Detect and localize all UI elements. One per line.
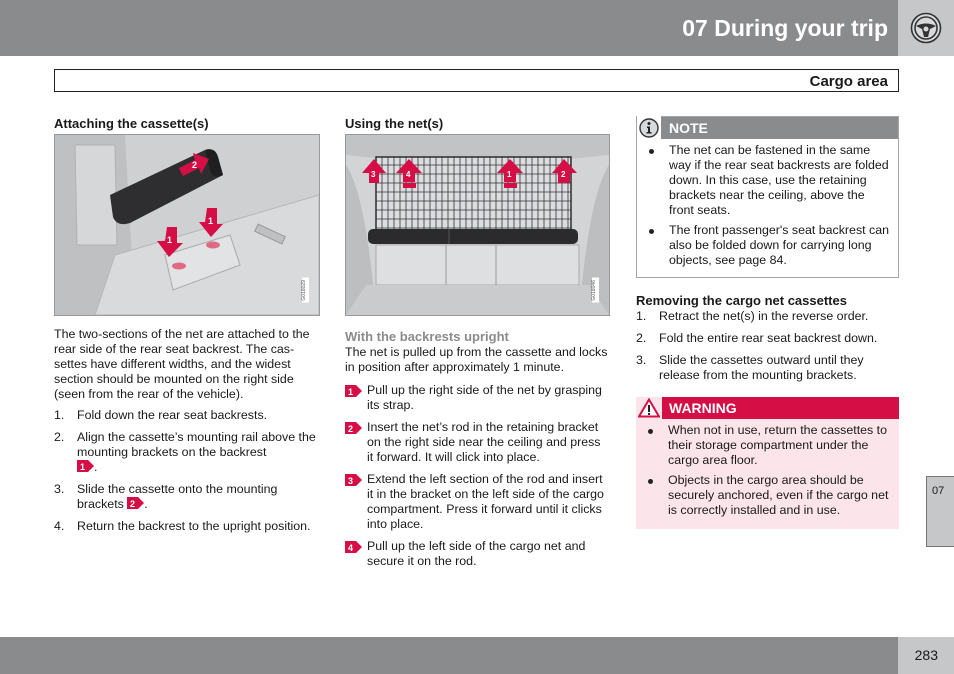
svg-text:1: 1 <box>167 235 172 245</box>
list-item: 1. Fold down the rear seat backrests. <box>54 408 268 422</box>
list-item: 3 Extend the left section of the rod and… <box>345 472 610 532</box>
remove-steps-list: 1. Retract the net(s) in the reverse orde… <box>636 309 899 383</box>
step-badge-1-icon: 1 <box>77 460 94 472</box>
note-box: NOTE The net can be fastened in the same… <box>636 116 899 278</box>
note-list: The net can be fastened in the same way … <box>637 139 898 277</box>
list-item: 2 Insert the net’s rod in the retaining … <box>345 420 610 465</box>
warning-header: WARNING <box>636 397 899 419</box>
net-steps-list: 1 Pull up the right side of the net by g… <box>345 383 610 569</box>
steering-wheel-icon <box>910 12 942 44</box>
heading-removing-cassettes: Removing the cargo net cassettes <box>636 293 847 308</box>
heading-attaching-cassettes: Attaching the cassette(s) <box>54 116 209 131</box>
step-badge-2-icon: 2 <box>127 497 145 509</box>
svg-text:4: 4 <box>406 170 411 179</box>
net-intro-paragraph: The net is pulled up from the cassette a… <box>345 345 608 374</box>
svg-text:2: 2 <box>561 170 566 179</box>
list-item: 3. Slide the cassettes outward until they… <box>636 353 864 382</box>
cassette-illustration: 2 1 1 <box>55 135 319 315</box>
page-number: 283 <box>914 647 938 663</box>
footer-bar <box>0 637 898 674</box>
svg-text:2: 2 <box>130 499 135 509</box>
column-using-nets: Using the net(s) 3 4 1 2 G018046 With th… <box>345 116 610 576</box>
info-icon-box <box>637 116 661 140</box>
svg-text:2: 2 <box>348 424 353 434</box>
figure-code: G018046 <box>591 278 599 303</box>
figure-net-usage: 3 4 1 2 G018046 <box>345 134 610 316</box>
warning-icon-box <box>636 397 662 419</box>
header-bar: 07 During your trip <box>0 0 898 56</box>
column-attaching-cassettes: Attaching the cassette(s) 2 1 1 G018029 … <box>54 116 320 541</box>
list-item: The front passenger's seat backrest can … <box>647 223 892 268</box>
intro-paragraph: The two-sections of the net are attached… <box>54 327 310 401</box>
warning-label: WARNING <box>669 400 737 416</box>
list-item: 4. Return the backrest to the upright pos… <box>54 519 311 533</box>
svg-text:1: 1 <box>208 216 213 226</box>
section-title-box: Cargo area <box>54 69 899 92</box>
list-item: When not in use, return the cassettes to… <box>646 423 893 468</box>
svg-text:4: 4 <box>348 543 353 553</box>
heading-using-nets: Using the net(s) <box>345 116 444 131</box>
figure-code: G018029 <box>301 278 309 303</box>
svg-text:1: 1 <box>348 387 353 397</box>
svg-text:3: 3 <box>371 170 376 179</box>
chapter-icon-box <box>898 0 954 56</box>
svg-text:2: 2 <box>192 160 197 170</box>
chapter-title: 07 During your trip <box>682 15 888 41</box>
info-icon <box>639 118 659 138</box>
step-badge-2-icon: 2 <box>345 422 362 434</box>
section-title: Cargo area <box>809 73 888 90</box>
list-item: 3. Slide the cassette onto the mounting b… <box>54 482 278 511</box>
list-item: 1 Pull up the right side of the net by g… <box>345 383 610 413</box>
step-badge-3-icon: 3 <box>345 474 362 486</box>
chapter-side-tab[interactable]: 07 <box>926 476 954 547</box>
list-item: 2. Align the cassette’s mounting rail abo… <box>54 430 316 474</box>
column-notes: NOTE The net can be fastened in the same… <box>636 116 899 529</box>
list-item: 4 Pull up the left side of the cargo net… <box>345 539 610 569</box>
list-item: 1. Retract the net(s) in the reverse orde… <box>636 309 869 323</box>
svg-text:1: 1 <box>80 462 85 472</box>
cargo-net-illustration: 3 4 1 2 <box>346 135 609 315</box>
warning-list: When not in use, return the cassettes to… <box>636 419 899 529</box>
note-header: NOTE <box>637 116 898 140</box>
step-badge-4-icon: 4 <box>345 541 362 553</box>
page-number-box: 283 <box>898 637 954 674</box>
svg-text:3: 3 <box>348 476 353 486</box>
chapter-tab-label: 07 <box>932 485 945 497</box>
list-item: The net can be fastened in the same way … <box>647 143 892 218</box>
attach-steps-list: 1. Fold down the rear seat backrests. 2. A… <box>54 408 320 534</box>
warning-box: WARNING When not in use, return the cass… <box>636 397 899 529</box>
subheading-backrests-upright: With the backrests upright <box>345 329 509 344</box>
step-badge-1-icon: 1 <box>345 385 362 397</box>
figure-cassette-attachment: 2 1 1 G018029 <box>54 134 320 316</box>
list-item: 2. Fold the entire rear seat backrest dow… <box>636 331 878 345</box>
svg-text:1: 1 <box>507 170 512 179</box>
note-label: NOTE <box>669 120 708 136</box>
list-item: Objects in the cargo area should be secu… <box>646 473 893 518</box>
warning-triangle-icon <box>638 398 660 418</box>
